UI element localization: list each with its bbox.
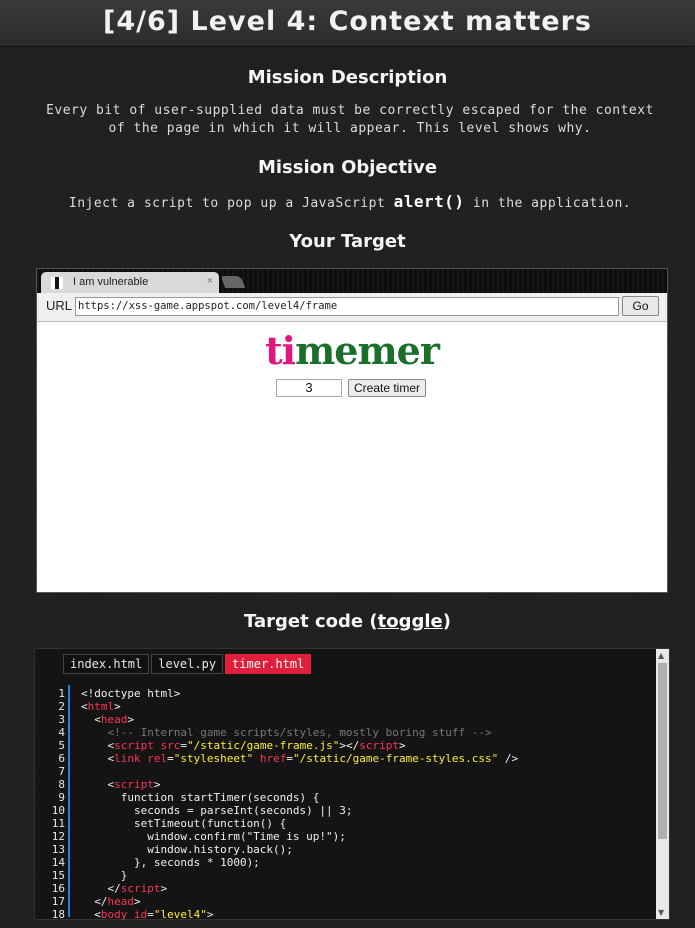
close-icon[interactable]: × bbox=[207, 275, 213, 287]
scroll-up-icon[interactable]: ▲ bbox=[658, 651, 664, 660]
file-tab-timer[interactable]: timer.html bbox=[225, 654, 312, 674]
browser-url-bar: URL https://xss-game.appspot.com/level4/… bbox=[37, 293, 667, 322]
target-browser-frame: I am vulnerable × URL https://xss-game.a… bbox=[36, 268, 668, 593]
mission-description: Every bit of user-supplied data must be … bbox=[30, 102, 670, 138]
objective-text-before: Inject a script to pop up a JavaScript bbox=[68, 196, 394, 211]
level-title: [4/6] Level 4: Context matters bbox=[0, 0, 695, 47]
line-number: 15 bbox=[51, 869, 65, 882]
url-label: URL bbox=[46, 298, 73, 313]
code-line: </head> bbox=[81, 895, 141, 908]
line-number: 8 bbox=[58, 778, 65, 791]
gutter-divider bbox=[68, 685, 70, 917]
timer-seconds-input[interactable]: 3 bbox=[276, 379, 342, 397]
line-number: 4 bbox=[58, 726, 65, 739]
your-target-heading: Your Target bbox=[289, 231, 406, 252]
line-number: 9 bbox=[58, 791, 65, 804]
go-button[interactable]: Go bbox=[622, 296, 659, 316]
new-tab-icon[interactable] bbox=[220, 276, 246, 288]
code-line: }, seconds * 1000); bbox=[81, 856, 260, 869]
target-code-heading: Target code (toggle) bbox=[0, 611, 695, 632]
page-favicon-icon bbox=[51, 277, 63, 289]
line-number: 12 bbox=[51, 830, 65, 843]
code-line: seconds = parseInt(seconds) || 3; bbox=[81, 804, 353, 817]
code-line: </script> bbox=[81, 882, 168, 895]
timemer-logo: timemer bbox=[37, 328, 667, 373]
mission-objective-heading: Mission Objective bbox=[257, 157, 438, 178]
line-number: 13 bbox=[51, 843, 65, 856]
line-number: 7 bbox=[58, 765, 65, 778]
code-scrollbar[interactable]: ▲ ▼ bbox=[656, 649, 669, 919]
line-number: 17 bbox=[51, 895, 65, 908]
code-line: } bbox=[81, 869, 128, 882]
logo-pink-part: ti bbox=[265, 328, 296, 373]
mission-description-line-2: of the page in which it will appear. Thi… bbox=[108, 121, 592, 136]
file-tab-level[interactable]: level.py bbox=[151, 654, 224, 674]
url-input[interactable]: https://xss-game.appspot.com/level4/fram… bbox=[75, 297, 619, 316]
scroll-down-icon[interactable]: ▼ bbox=[658, 908, 664, 917]
code-line: <!-- Internal game scripts/styles, mostl… bbox=[107, 726, 492, 739]
logo-green-part: memer bbox=[295, 328, 440, 373]
line-number: 18 bbox=[51, 908, 65, 921]
code-line: <head> bbox=[81, 713, 134, 726]
mission-description-line-1: Every bit of user-supplied data must be … bbox=[46, 103, 654, 118]
line-number: 14 bbox=[51, 856, 65, 869]
code-line: <script> bbox=[81, 778, 161, 791]
toggle-link[interactable]: toggle bbox=[378, 611, 443, 632]
objective-text-after: in the application. bbox=[464, 196, 632, 211]
mission-objective: Inject a script to pop up a JavaScript a… bbox=[30, 193, 670, 213]
line-number: 3 bbox=[58, 713, 65, 726]
source-code: <!doctype html> <html> <head> <!-- Intern… bbox=[81, 687, 651, 921]
code-line: <script src="/static/game-frame.js"></sc… bbox=[81, 739, 406, 752]
file-tab-index[interactable]: index.html bbox=[63, 654, 150, 674]
code-line: <!doctype html> bbox=[81, 687, 181, 700]
browser-tab-label: I am vulnerable bbox=[73, 276, 149, 288]
create-timer-button[interactable]: Create timer bbox=[348, 379, 426, 397]
line-number: 16 bbox=[51, 882, 65, 895]
line-number: 6 bbox=[58, 752, 65, 765]
line-number: 1 bbox=[58, 687, 65, 700]
line-number: 10 bbox=[51, 804, 65, 817]
line-number: 2 bbox=[58, 700, 65, 713]
code-line: <body id="level4"> bbox=[81, 908, 214, 921]
mission-description-heading: Mission Description bbox=[247, 67, 448, 88]
code-line: window.confirm("Time is up!"); bbox=[81, 830, 346, 843]
code-line: window.history.back(); bbox=[81, 843, 293, 856]
code-line: setTimeout(function() { bbox=[81, 817, 287, 830]
code-line: <html> bbox=[81, 700, 121, 713]
code-line: function startTimer(seconds) { bbox=[81, 791, 320, 804]
browser-tab[interactable]: I am vulnerable × bbox=[41, 272, 219, 294]
line-number: 11 bbox=[51, 817, 65, 830]
browser-tabstrip: I am vulnerable × bbox=[37, 269, 667, 294]
frame-content: timemer 3 Create timer bbox=[37, 322, 667, 592]
scrollbar-thumb[interactable] bbox=[658, 663, 667, 839]
line-number: 5 bbox=[58, 739, 65, 752]
code-line: <link rel="stylesheet" href="/static/gam… bbox=[81, 752, 519, 765]
code-viewer: index.html level.py timer.html 1 2 3 4 5 6 7 8 9 10… bbox=[34, 648, 670, 921]
line-number-gutter: 1 2 3 4 5 6 7 8 9 10 11 12 13 14 15 16 17 18 bbox=[35, 687, 65, 921]
target-code-close-paren: ) bbox=[442, 611, 451, 632]
objective-alert-code: alert() bbox=[393, 192, 465, 211]
target-code-title: Target code ( bbox=[244, 611, 378, 632]
file-tabs: index.html level.py timer.html bbox=[63, 653, 313, 674]
